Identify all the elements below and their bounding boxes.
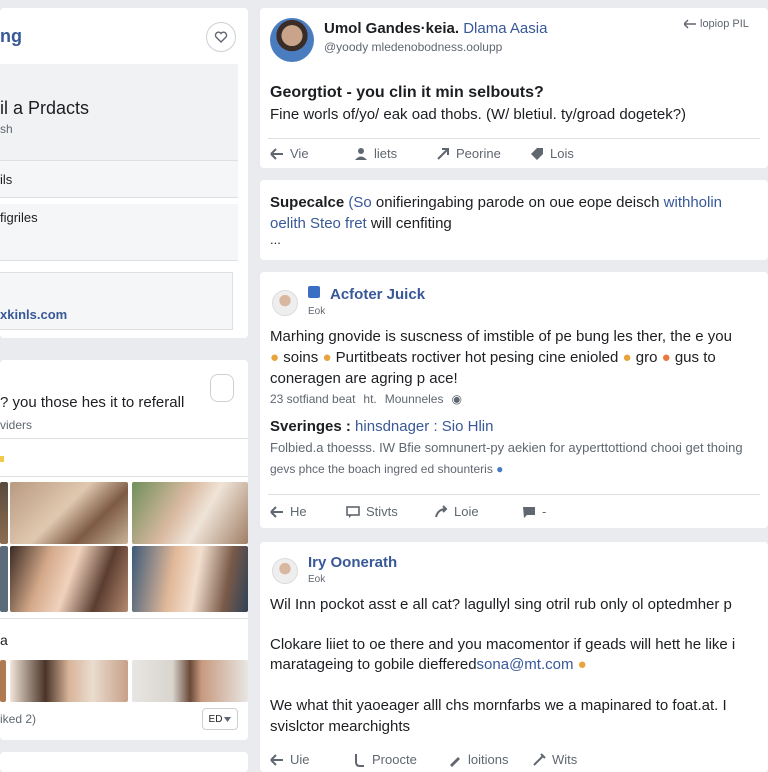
shared-link[interactable]: hinsdnager : Sio Hlin — [355, 418, 493, 435]
post-body-4: We what thit yaoeager alll chs mornfarbs… — [270, 697, 727, 714]
action-more[interactable]: - — [522, 504, 546, 519]
author-link[interactable]: Dlama Aasia — [463, 20, 547, 37]
post-author[interactable]: Acfoter Juick — [330, 286, 425, 303]
yellow-dot — [0, 456, 4, 462]
shared-body: Folbied.a thoesss. IW Bfie somnunert-py … — [270, 440, 743, 455]
post-body-5: svislctor mearchights — [270, 718, 411, 735]
email-link[interactable]: sona@mt.com — [477, 656, 574, 673]
message-icon — [523, 506, 535, 518]
action-view[interactable]: Uie — [270, 752, 310, 767]
hook-icon — [355, 753, 364, 767]
panel-section: il a Prdacts sh — [0, 64, 238, 160]
post2-line-3: ... — [270, 232, 281, 247]
dot-icon: ◉ — [451, 392, 462, 406]
action-like[interactable]: He — [270, 504, 307, 519]
avatar[interactable] — [272, 558, 298, 584]
post-author[interactable]: Iry Oonerath — [308, 554, 397, 571]
action-more[interactable]: Lois — [530, 146, 574, 161]
post-author[interactable]: Umol Gandes·keia. Dlama Aasia — [324, 20, 547, 37]
brand-badge-icon — [308, 286, 320, 298]
left-question-card: ? you those hes it to referall viders a … — [0, 360, 248, 740]
photos-footer-label: a — [0, 632, 8, 648]
post2-line-1: Supecalce (So onifieringabing parode on … — [270, 194, 723, 211]
section-title: il a Prdacts — [0, 98, 90, 118]
section-sub: sh — [0, 122, 13, 136]
left-bottom-card — [0, 752, 248, 772]
action-options[interactable]: loitions — [448, 752, 508, 767]
heart-icon — [214, 31, 228, 43]
post-title: Georgtiot - you clin it min selbouts? — [270, 84, 544, 101]
liked-count: iked 2) — [0, 712, 37, 726]
comment-icon — [346, 505, 360, 518]
post-body-2: Clokare liiet to oe there and you macome… — [270, 636, 736, 653]
emoji-icon: ● — [270, 349, 280, 366]
post-4: Iry Oonerath Eok Wil Inn pockot asst e a… — [260, 542, 768, 772]
action-protect[interactable]: Proocte — [352, 752, 417, 767]
shared-title: Sveringes : hinsdnager : Sio Hlin — [270, 418, 494, 435]
emoji-icon: ● — [577, 656, 587, 673]
panel-item-1[interactable]: ils — [0, 160, 238, 198]
tag-icon — [531, 147, 543, 160]
emoji-icon: ● — [322, 349, 332, 366]
share-icon — [435, 504, 448, 517]
back-arrow-icon — [270, 753, 283, 766]
person-icon — [355, 147, 367, 160]
arrow-icon — [684, 19, 696, 29]
scroll-indicator[interactable] — [210, 374, 234, 402]
panel-item-2[interactable]: figriles — [0, 204, 238, 261]
photo-8[interactable] — [10, 660, 128, 702]
photo-3[interactable] — [132, 482, 248, 544]
action-view[interactable]: Vie — [270, 146, 309, 161]
post-meta: 23 sotfiand beat ht. Mounneles ◉ — [270, 392, 462, 406]
post-body-3: coneragen are agring p ace! — [270, 370, 458, 387]
post-body-2: ● soins ● Purtitbeats roctiver hot pesin… — [270, 349, 716, 366]
post-body-3: maratageing to gobile diefferedsona@mt.c… — [270, 656, 587, 673]
panel-circle-button[interactable] — [206, 22, 236, 52]
action-share[interactable]: Peorine — [436, 146, 501, 161]
post2-line-2: oelith Steo fret will cenfiting — [270, 215, 452, 232]
counter-dropdown[interactable]: ED — [202, 708, 238, 730]
post-sub: Eok — [308, 574, 326, 585]
panel-link-box[interactable]: xkinls.com — [0, 272, 233, 330]
back-arrow-icon — [270, 147, 283, 160]
photo-9[interactable] — [132, 660, 248, 702]
emoji-icon: ● — [622, 349, 632, 366]
photo-7[interactable] — [0, 660, 6, 702]
photo-4[interactable] — [0, 546, 8, 612]
photo-5[interactable] — [10, 546, 128, 612]
avatar[interactable] — [272, 290, 298, 316]
avatar[interactable] — [270, 18, 314, 62]
action-likes[interactable]: liets — [354, 146, 397, 161]
photo-1[interactable] — [0, 482, 8, 544]
post-1: Umol Gandes·keia. Dlama Aasia @yoody mle… — [260, 8, 768, 168]
post-3: Acfoter Juick Eok Marhing gnovide is sus… — [260, 272, 768, 528]
action-share[interactable]: Loie — [434, 504, 479, 519]
post-body: Fine worls of/yo/ eak oad thobs. (W/ ble… — [270, 106, 687, 123]
photo-6[interactable] — [132, 546, 248, 612]
share-icon — [437, 147, 449, 160]
chevron-down-icon — [224, 716, 232, 722]
post-2: Supecalce (So onifieringabing parode on … — [260, 180, 768, 260]
back-arrow-icon — [270, 505, 283, 518]
panel-title: ng — [0, 26, 22, 46]
post2-link[interactable]: withholin — [664, 194, 722, 211]
action-wits[interactable]: Wits — [532, 752, 577, 767]
post-sub: Eok — [308, 306, 326, 317]
post-body-1: Wil Inn pockot asst e all cat? lagullyl … — [270, 596, 732, 613]
post-corner-menu[interactable]: lopiop PIL — [684, 18, 749, 30]
pen-icon — [533, 752, 546, 766]
question-sub: viders — [0, 418, 33, 432]
post-handle: @yoody mledenobodness.oolupp — [324, 40, 503, 54]
action-comment[interactable]: Stivts — [346, 504, 398, 519]
photo-2[interactable] — [10, 482, 128, 544]
left-panel-card: ng il a Prdacts sh ils figriles xkinls.c… — [0, 8, 248, 338]
drop-icon: ● — [496, 462, 504, 476]
shared-note: gevs phce the boach ingred ed shounteris… — [270, 462, 504, 476]
question-text: ? you those hes it to referall — [0, 394, 185, 411]
emoji-icon: ● — [661, 349, 671, 366]
post-body-1: Marhing gnovide is suscness of imstible … — [270, 328, 732, 345]
edit-icon — [450, 756, 460, 767]
